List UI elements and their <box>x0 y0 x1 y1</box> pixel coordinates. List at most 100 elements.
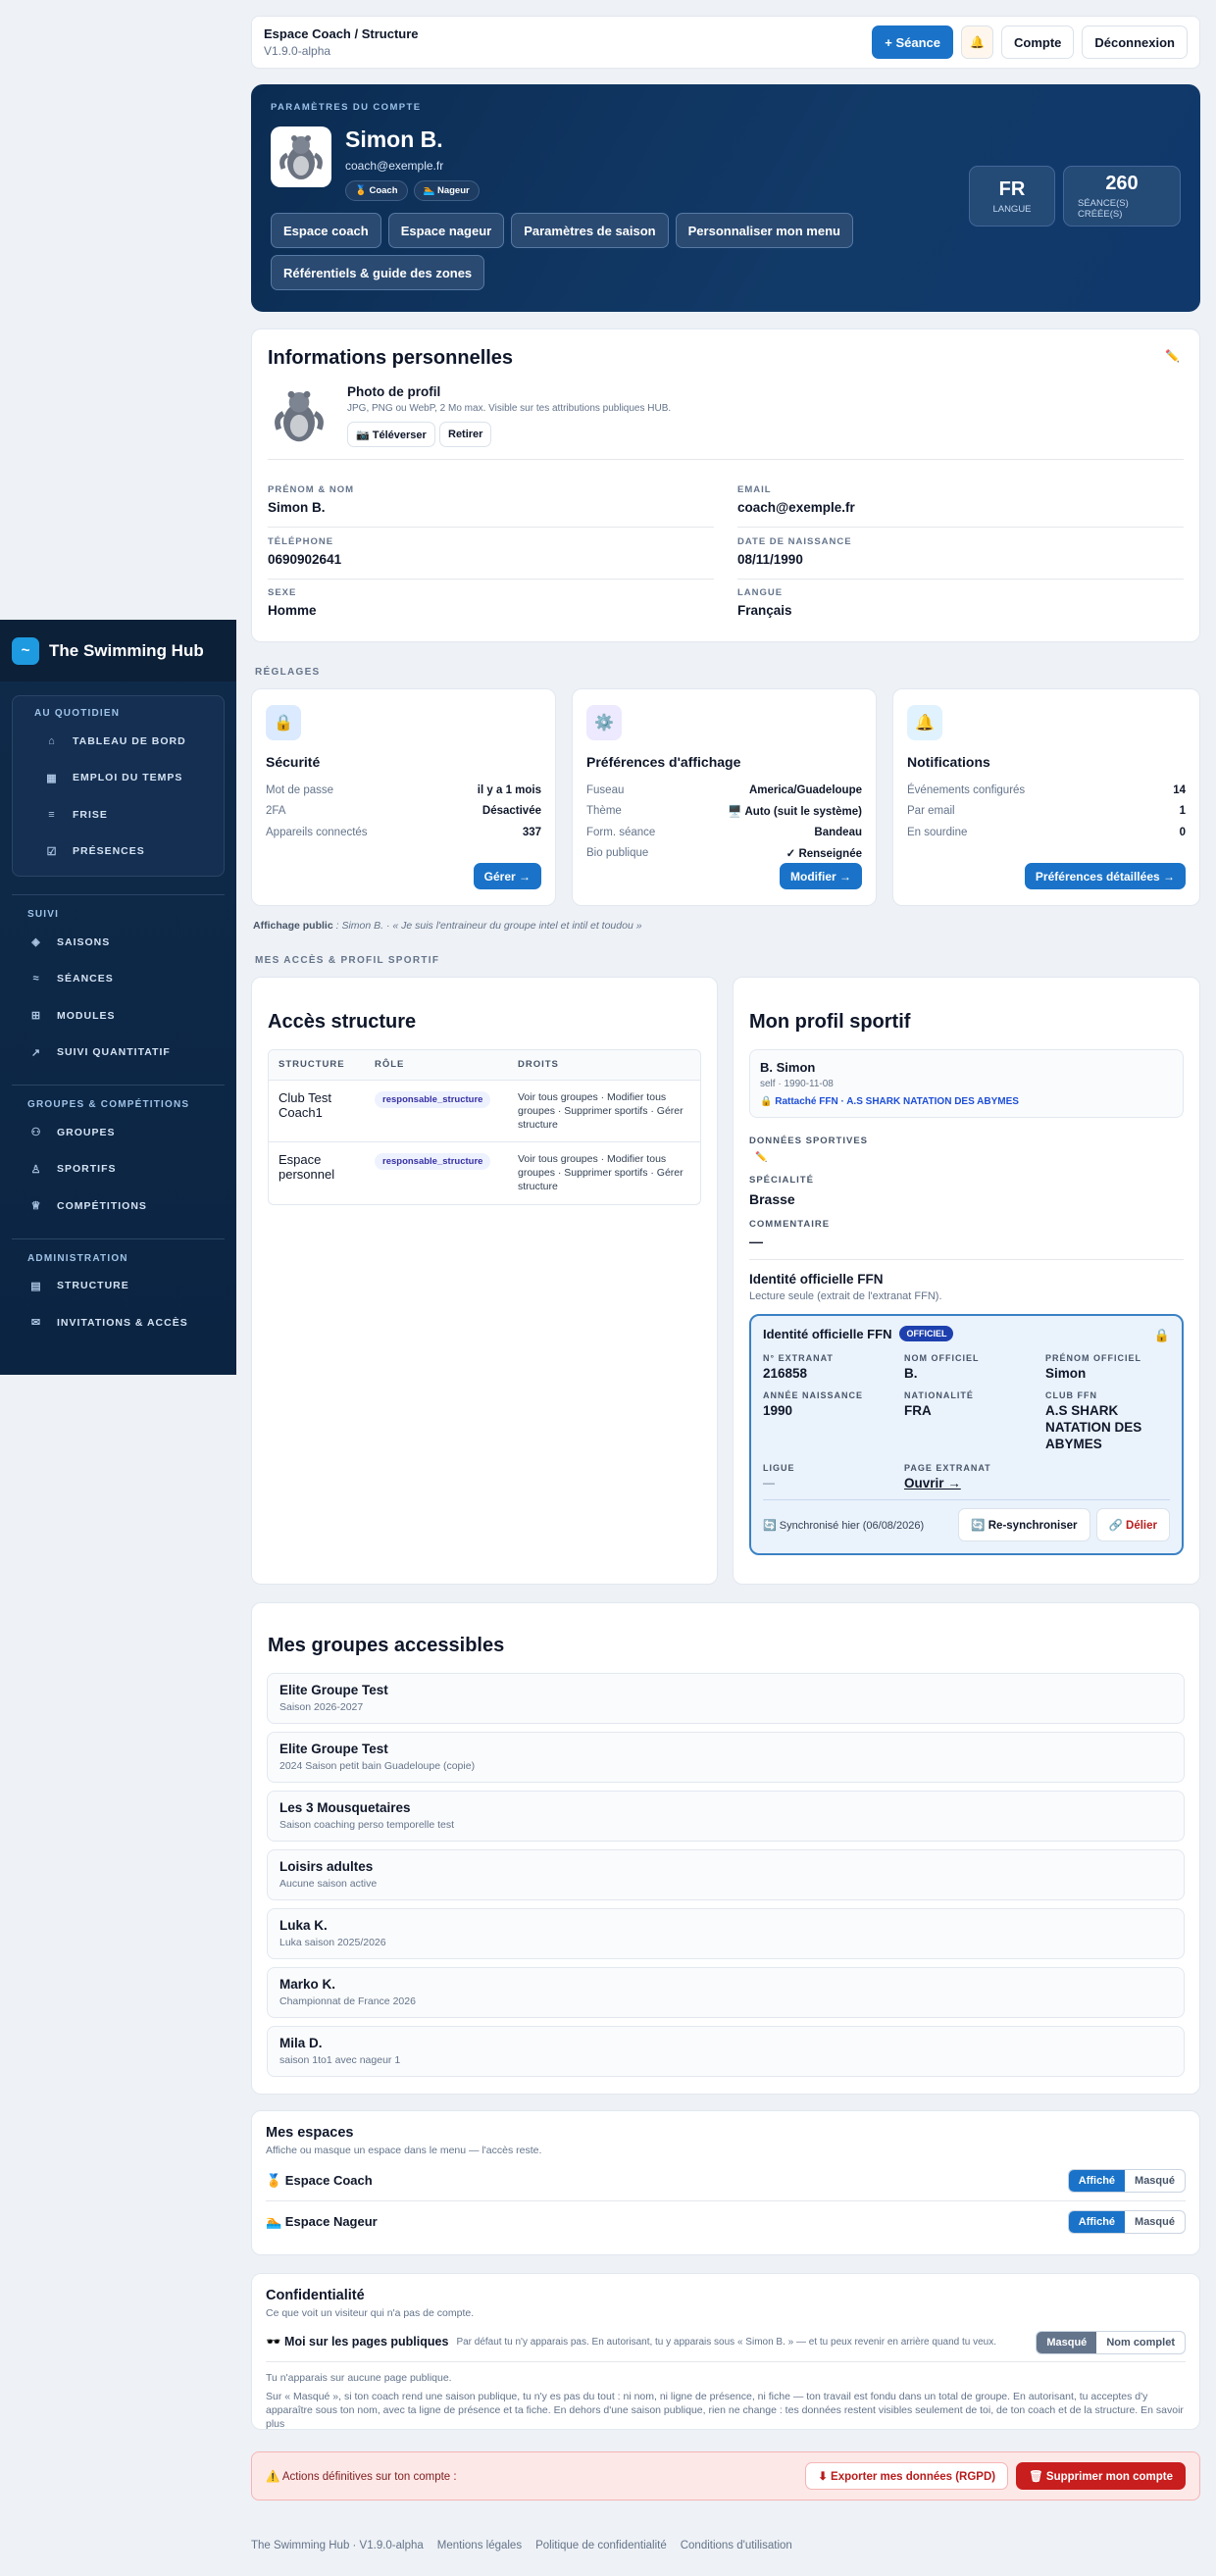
group-season: Saison 2026-2027 <box>279 1701 364 1713</box>
structure-access-title: Accès structure <box>268 1011 417 1033</box>
official-firstname-field: PRÉNOM OFFICIEL Simon <box>1045 1353 1183 1381</box>
modify-display-button[interactable]: Modifier → <box>780 863 862 889</box>
export-data-button[interactable]: ⬇ Exporter mes données (RGPD) <box>805 2462 1009 2490</box>
edit-icon[interactable]: ✏️ <box>755 1152 1184 1163</box>
stat-value: 260 <box>1105 173 1139 194</box>
sidebar-item-label: GROUPES <box>57 1126 116 1138</box>
hidden-option[interactable]: Masqué <box>1125 2170 1185 2192</box>
group-item[interactable]: Elite Groupe Test 2024 Saison petit bain … <box>267 1732 1185 1783</box>
full-name-option[interactable]: Nom complet <box>1096 2332 1185 2353</box>
new-session-button[interactable]: + Séance <box>872 25 954 59</box>
profile-photo <box>268 384 330 447</box>
edit-icon[interactable]: ✏️ <box>1165 349 1180 363</box>
group-name: Luka K. <box>279 1918 328 1933</box>
sidebar-item-label: FRISE <box>73 808 108 821</box>
field-value: coach@exemple.fr <box>737 500 855 515</box>
group-name: Elite Groupe Test <box>279 1742 388 1756</box>
table-row[interactable]: Espace personnel responsable_structure V… <box>269 1142 700 1204</box>
sidebar-item-athletes[interactable]: ♙ SPORTIFS <box>0 1151 236 1188</box>
shown-option[interactable]: Affiché <box>1068 2169 1126 2192</box>
account-hero: PARAMÈTRES DU COMPTE Simon B. coach@exem… <box>251 84 1200 312</box>
sidebar-item-timeline[interactable]: ≡ FRISE <box>13 796 224 833</box>
sidebar-item-attendance[interactable]: ☑ PRÉSENCES <box>13 833 224 871</box>
customize-menu-button[interactable]: Personnaliser mon menu <box>675 213 853 248</box>
sidebar-item-quantitative[interactable]: ↗ SUIVI QUANTITATIF <box>0 1035 236 1072</box>
setting-label: Thème <box>586 805 622 818</box>
notification-preferences-button[interactable]: Préférences détaillées → <box>1024 863 1186 889</box>
table-row[interactable]: Club Test Coach1 responsable_structure V… <box>269 1080 700 1143</box>
sidebar-item-dashboard[interactable]: ⌂ TABLEAU DE BORD <box>13 723 224 760</box>
legal-link[interactable]: Mentions légales <box>437 2540 522 2551</box>
field-value: 0690902641 <box>268 552 342 567</box>
sidebar-brand[interactable]: ~ The Swimming Hub <box>0 620 236 682</box>
sidebar-item-label: STRUCTURE <box>57 1280 129 1292</box>
sidebar-item-invitations[interactable]: ✉ INVITATIONS & ACCÈS <box>0 1304 236 1341</box>
sidebar-item-label: COMPÉTITIONS <box>57 1199 147 1212</box>
group-season: Luka saison 2025/2026 <box>279 1937 386 1948</box>
sidebar-item-competitions[interactable]: ♕ COMPÉTITIONS <box>0 1187 236 1225</box>
sidebar-item-modules[interactable]: ⊞ MODULES <box>0 997 236 1035</box>
sidebar-item-schedule[interactable]: ▦ EMPLOI DU TEMPS <box>13 760 224 797</box>
display-title: Préférences d'affichage <box>586 754 741 770</box>
manage-security-button[interactable]: Gérer → <box>473 863 541 889</box>
shown-option[interactable]: Affiché <box>1068 2211 1126 2233</box>
masked-option[interactable]: Masqué <box>1037 2331 1097 2353</box>
ffn-identity-box: Identité officielle FFN OFFICIEL 🔒 N° EX… <box>749 1314 1184 1555</box>
account-button[interactable]: Compte <box>1000 25 1075 59</box>
sessions-stat: 260 SÉANCE(S) CRÉÉE(S) <box>1063 166 1181 227</box>
column-header: STRUCTURE <box>269 1050 365 1081</box>
setting-label: Bio publique <box>586 847 649 860</box>
daily-nav-box: AU QUOTIDIEN ⌂ TABLEAU DE BORD ▦ EMPLOI DU… <box>12 695 225 877</box>
group-item[interactable]: Marko K. Championnat de France 2026 <box>267 1967 1185 2018</box>
swimmer-space-row: 🏊 Espace Nageur Affiché Masqué <box>266 2201 1186 2243</box>
setting-value: ✓ Renseignée <box>785 848 862 861</box>
field-label: PRÉNOM & NOM <box>268 484 354 495</box>
sport-profile-title: Mon profil sportif <box>749 1011 911 1033</box>
group-item[interactable]: Luka K. Luka saison 2025/2026 <box>267 1908 1185 1959</box>
league-field: LIGUE — <box>763 1463 904 1490</box>
unlink-button[interactable]: 🔗 Délier <box>1095 1508 1170 1541</box>
season-settings-button[interactable]: Paramètres de saison <box>511 213 669 248</box>
hero-stats: FR LANGUE 260 SÉANCE(S) CRÉÉE(S) <box>969 166 1181 227</box>
bell-icon[interactable]: 🔔 <box>961 25 993 59</box>
sidebar-item-structure[interactable]: ▤ STRUCTURE <box>0 1268 236 1305</box>
setting-label: Appareils connectés <box>266 826 368 838</box>
coach-space-label: 🏅 Espace Coach <box>266 2172 373 2188</box>
upload-button[interactable]: 📷 Téléverser <box>347 422 435 447</box>
sidebar-item-groups[interactable]: ⚇ GROUPES <box>0 1114 236 1151</box>
lock-icon: 🔒 <box>266 705 301 740</box>
open-extranat-link[interactable]: Ouvrir → <box>904 1476 1045 1490</box>
privacy-policy-link[interactable]: Politique de confidentialité <box>535 2540 667 2551</box>
coach-space-button[interactable]: Espace coach <box>271 213 381 248</box>
group-item[interactable]: Loisirs adultes Aucune saison active <box>267 1849 1185 1900</box>
zones-guide-button[interactable]: Référentiels & guide des zones <box>271 255 485 290</box>
remove-photo-button[interactable]: Retirer <box>439 422 492 447</box>
sidebar-item-sessions[interactable]: ≈ SÉANCES <box>0 961 236 998</box>
field-value: A.S SHARK NATATION DES ABYMES <box>1045 1403 1142 1451</box>
privacy-sub: Ce que voit un visiteur qui n'a pas de c… <box>266 2307 475 2319</box>
security-title: Sécurité <box>266 754 321 770</box>
setting-value: 🖥️ Auto (suit le système) <box>728 806 862 819</box>
trend-icon: ↗ <box>30 1046 42 1059</box>
setting-row: Fuseau America/Guadeloupe <box>586 780 862 801</box>
setting-value: 14 <box>1173 783 1186 796</box>
field-label: TÉLÉPHONE <box>268 536 334 547</box>
group-item[interactable]: Les 3 Mousquetaires Saison coaching perso… <box>267 1791 1185 1842</box>
setting-label: Fuseau <box>586 783 625 796</box>
swimmer-space-button[interactable]: Espace nageur <box>387 213 505 248</box>
setting-row: En sourdine 0 <box>907 822 1186 843</box>
delete-account-button[interactable]: 🗑 Supprimer mon compte <box>1016 2462 1186 2490</box>
group-item[interactable]: Elite Groupe Test Saison 2026-2027 <box>267 1673 1185 1724</box>
resync-button[interactable]: 🔄 Re-synchroniser <box>958 1508 1090 1541</box>
sport-profile-card: Mon profil sportif B. Simon self · 1990-… <box>733 977 1200 1585</box>
structure-access-card: Accès structure STRUCTURE RÔLE DROITS Cl… <box>251 977 718 1585</box>
group-item[interactable]: Mila D. saison 1to1 avec nageur 1 <box>267 2026 1185 2077</box>
hidden-option[interactable]: Masqué <box>1125 2211 1185 2233</box>
group-season: Aucune saison active <box>279 1878 378 1890</box>
terms-link[interactable]: Conditions d'utilisation <box>681 2540 792 2551</box>
personal-info-card: Informations personnelles ✏️ Photo de pr… <box>251 328 1200 642</box>
privacy-card: Confidentialité Ce que voit un visiteur … <box>251 2273 1200 2430</box>
logout-button[interactable]: Déconnexion <box>1082 25 1188 59</box>
group-season: saison 1to1 avec nageur 1 <box>279 2054 401 2066</box>
sidebar-item-seasons[interactable]: ◈ SAISONS <box>0 924 236 961</box>
